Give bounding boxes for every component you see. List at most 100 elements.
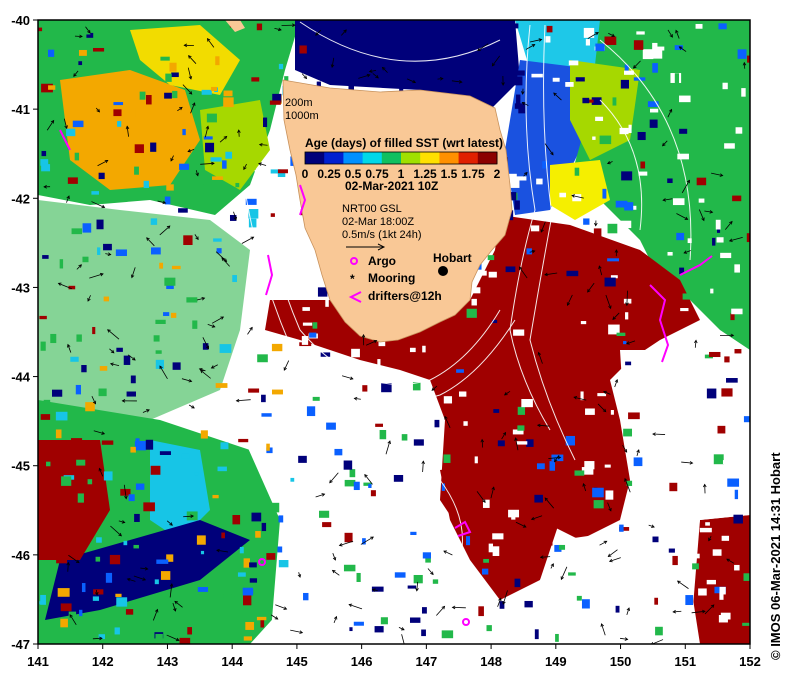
sst-pixel [726,378,738,383]
sst-pixel [92,326,96,335]
sst-pixel [239,546,244,554]
sst-pixel [649,108,659,113]
sst-pixel [706,388,717,399]
sst-pixel [93,589,104,595]
sst-pixel [733,514,743,524]
sst-pixel [61,476,72,486]
sst-pixel [103,243,112,251]
sst-pixel [593,500,604,509]
sst-pixel [407,69,415,77]
sst-pixel [716,228,721,233]
sst-pixel [737,203,749,209]
sst-pixel [437,38,444,44]
sst-pixel [312,322,318,329]
sst-pixel [219,344,232,353]
sst-pixel [249,578,258,583]
sst-pixel [271,502,280,513]
sst-pixel [730,313,735,321]
sst-pixel [266,553,276,560]
sst-pixel [130,107,136,118]
sst-pixel [718,614,728,623]
sst-pixel [210,157,222,162]
sst-pixel [232,515,241,525]
sst-pixel [115,593,122,598]
sst-pixel [716,237,724,243]
sst-pixel [432,36,438,42]
sst-pixel [212,494,219,499]
sst-pixel [271,389,283,395]
sst-pixel [353,621,364,626]
sst-pixel [278,560,289,568]
sst-pixel [421,629,426,637]
sst-pixel [261,522,267,532]
sst-pixel [701,67,712,77]
sst-pixel [56,557,68,564]
sst-pixel [151,247,161,255]
colorbar-tick-label: 0.25 [317,167,341,181]
sst-pixel [76,334,82,342]
sst-pixel [706,579,716,585]
sst-pixel [640,161,646,169]
sst-pixel [77,493,84,503]
sst-pixel [712,549,722,556]
sst-pixel [597,393,607,397]
sst-pixel [481,568,489,575]
sst-pixel [178,208,188,213]
sst-pixel [222,160,227,169]
sst-pixel [557,379,567,385]
sst-pixel [163,312,170,316]
sst-pixel [257,602,269,608]
sst-pixel [705,522,710,526]
sst-pixel [200,550,205,555]
sst-pixel [743,416,750,423]
sst-pixel [363,40,374,51]
sst-pixel [172,362,181,370]
sst-pixel [706,21,716,25]
sst-pixel [650,347,659,352]
sst-pixel [486,632,497,641]
sst-pixel [85,402,95,412]
sst-pixel [165,73,172,82]
sst-pixel [575,77,585,82]
sst-pixel [174,117,187,126]
sst-pixel [721,388,733,397]
sst-pixel [616,332,626,337]
sst-pixel [155,350,162,354]
sst-pixel [545,36,551,43]
sst-pixel [248,218,257,228]
sst-pixel [472,287,481,294]
sst-pixel [466,308,477,318]
sst-pixel [479,78,489,85]
sst-pixel [692,563,699,570]
contour-label-1000m: 1000m [285,110,319,122]
sst-pixel [412,453,422,459]
sst-pixel [636,31,645,35]
colorbar-tick-label: 2 [494,167,501,181]
map-date: 02-Mar-2021 10Z [345,179,438,193]
sst-pixel [685,595,694,606]
sst-pixel [325,532,338,539]
sst-pixel [530,225,540,232]
sst-pixel [50,333,57,344]
sst-pixel [41,164,51,172]
sst-pixel [524,600,533,608]
sst-pixel [302,322,313,326]
sst-pixel [620,79,629,89]
sst-pixel [92,47,105,52]
colorbar-title: Age (days) of filled SST (wrt latest) [305,136,503,150]
sst-pixel [503,68,513,74]
sst-pixel [249,589,254,595]
sst-pixel [432,579,439,584]
x-tick-label: 148 [480,654,502,669]
sst-pixel [212,176,223,180]
sst-pixel [96,537,102,543]
sst-pixel [703,406,709,413]
vector-scale-text: 0.5m/s (1kt 24h) [342,229,421,241]
sst-pixel [493,30,503,36]
sst-pixel [513,329,525,336]
sst-pixel [628,533,639,539]
sst-pixel [117,121,122,127]
sst-pixel [422,534,430,539]
sst-pixel [568,60,579,66]
sst-pixel [475,270,487,276]
